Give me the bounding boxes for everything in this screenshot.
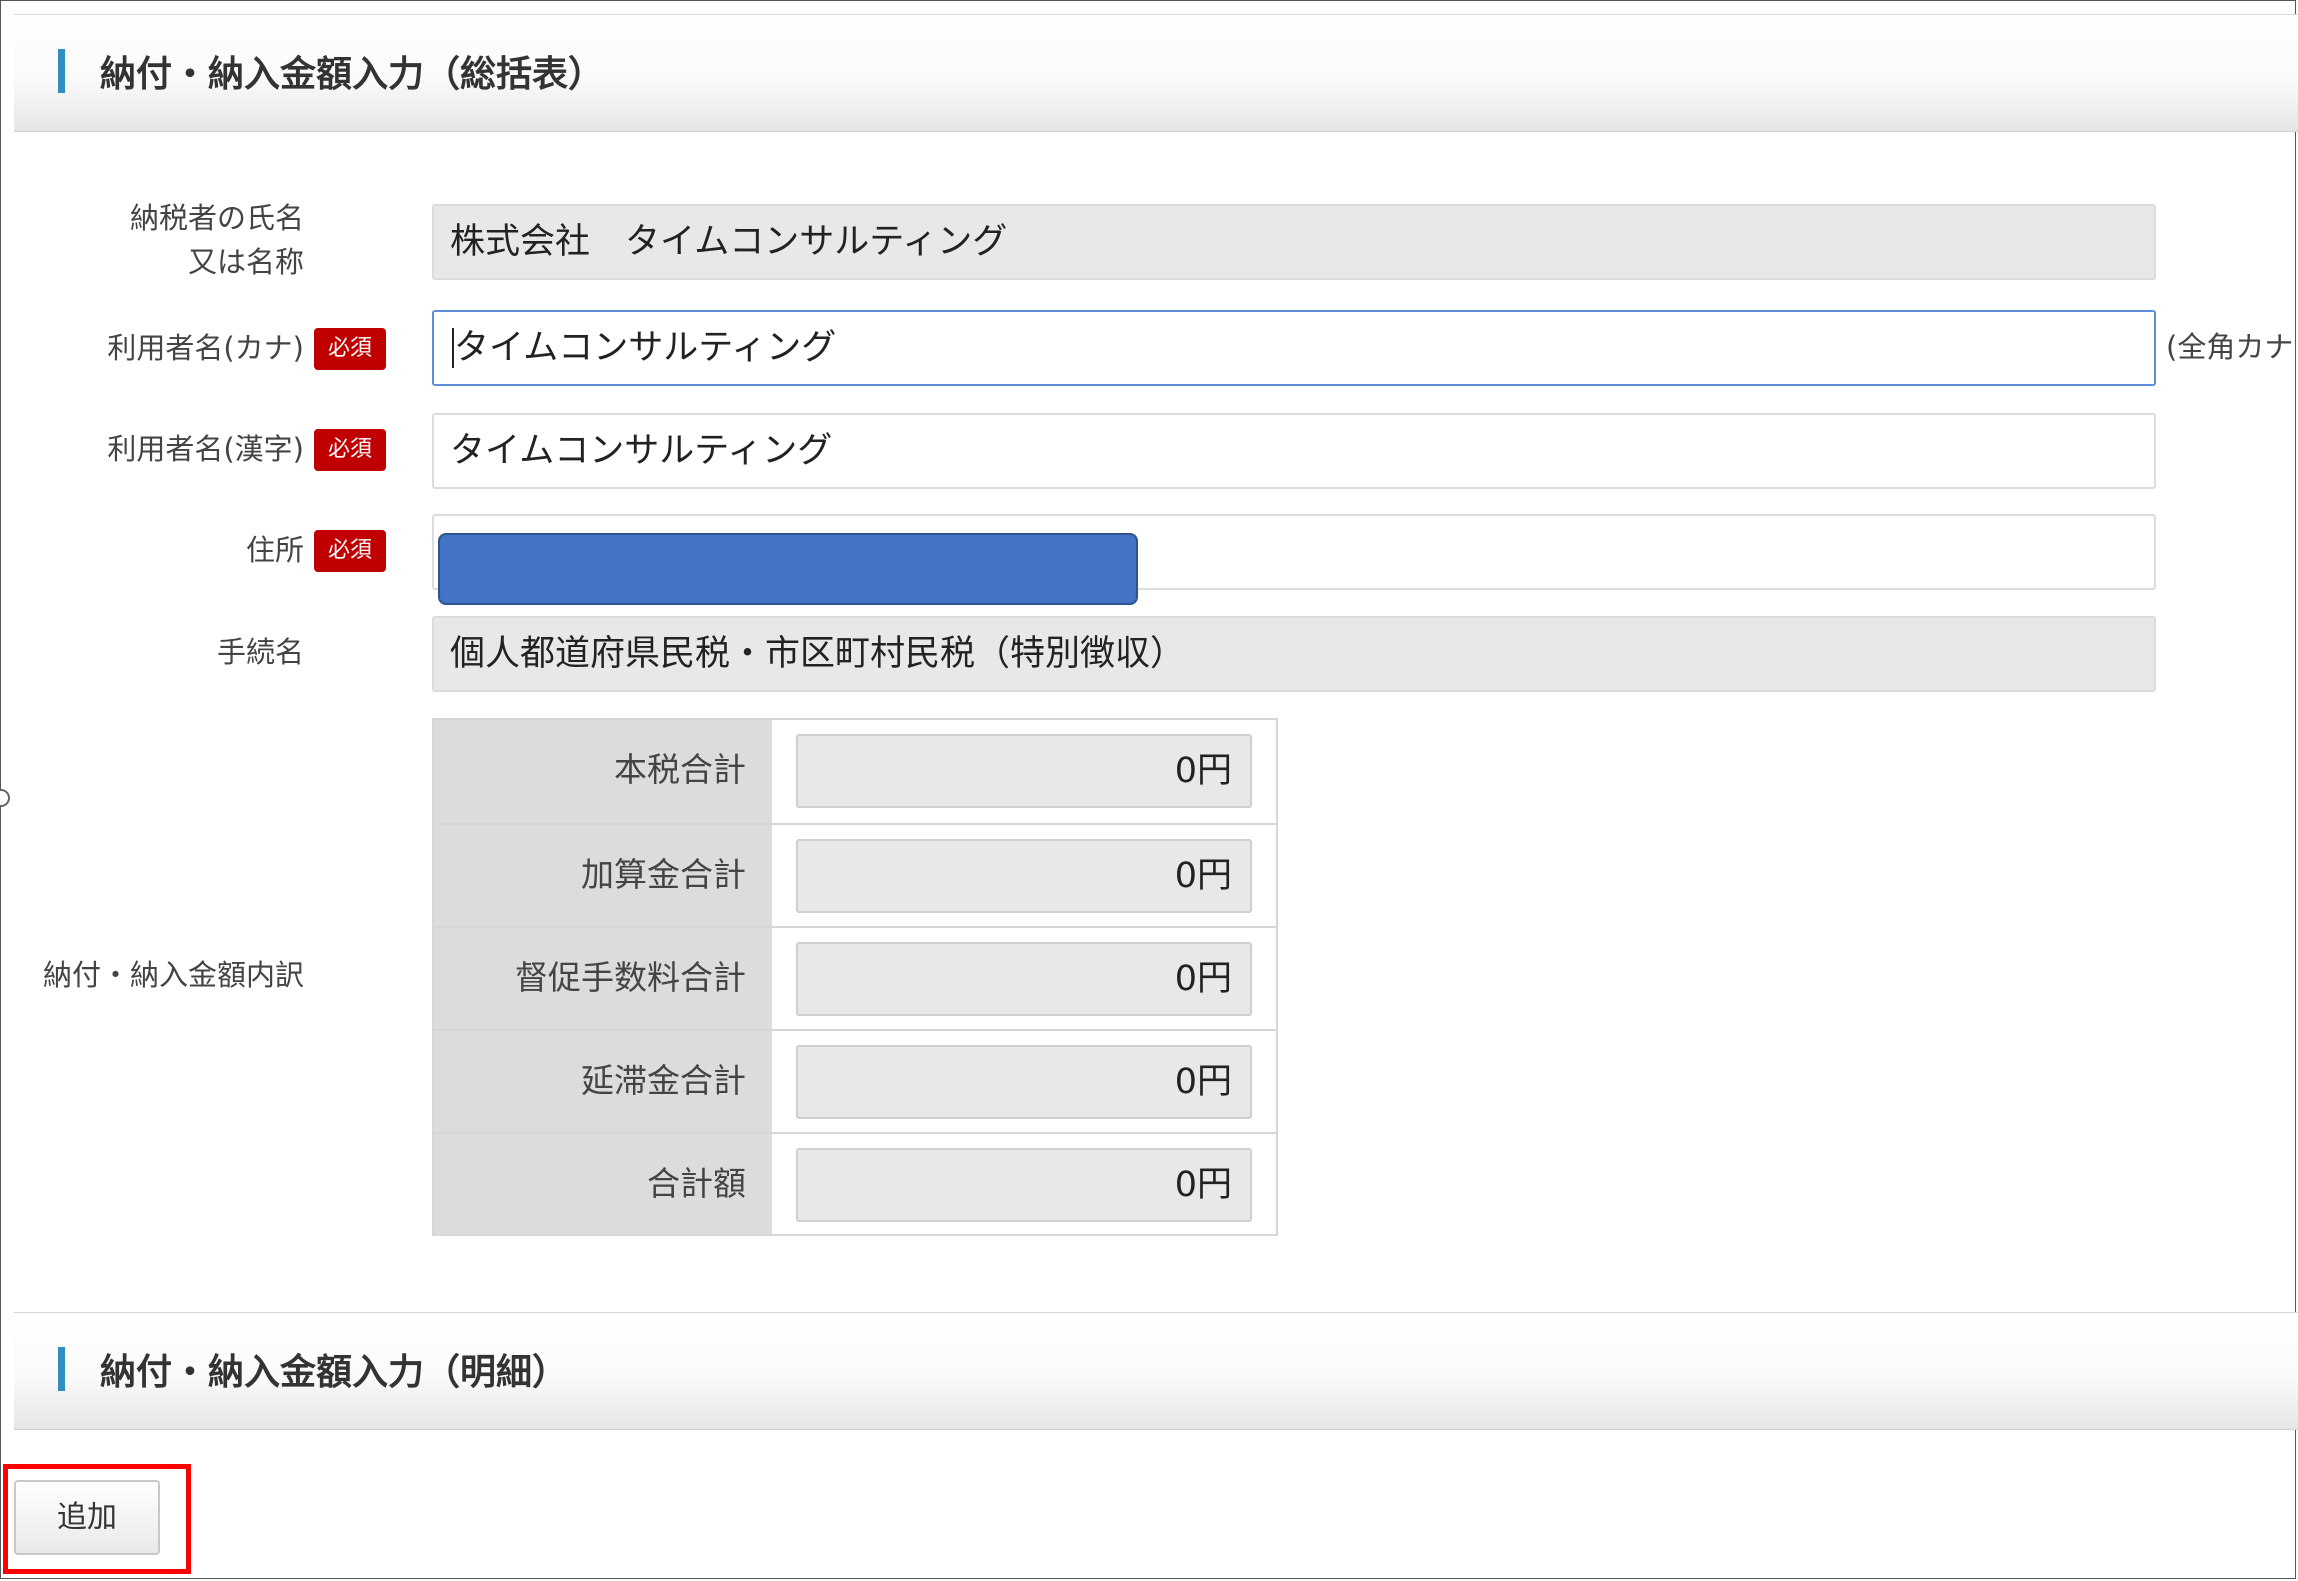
breakdown-row: 本税合計 0円 xyxy=(434,720,1276,823)
summary-section-title: 納付・納入金額入力（総括表） xyxy=(100,54,605,95)
user-kana-hint: (全角カナ xyxy=(2166,330,2294,364)
breakdown-row-value: 0円 xyxy=(796,734,1252,808)
taxpayer-label: 納税者の氏名 又は名称 xyxy=(130,196,304,284)
section-accent-bar xyxy=(58,49,65,93)
summary-section-header: 納付・納入金額入力（総括表） xyxy=(14,14,2298,132)
breakdown-row-label: 合計額 xyxy=(434,1134,772,1235)
breakdown-row-label: 督促手数料合計 xyxy=(434,928,772,1029)
breakdown-label: 納付・納入金額内訳 xyxy=(42,958,304,992)
address-redaction xyxy=(438,533,1138,605)
required-badge: 必須 xyxy=(314,429,386,471)
user-kana-input[interactable]: タイムコンサルティング xyxy=(432,310,2156,386)
breakdown-row: 督促手数料合計 0円 xyxy=(434,926,1276,1029)
breakdown-table: 本税合計 0円 加算金合計 0円 督促手数料合計 0円 延滞金合計 0円 合計額… xyxy=(432,718,1278,1236)
breakdown-row-value: 0円 xyxy=(796,839,1252,913)
procedure-field: 個人都道府県民税・市区町村民税（特別徴収） xyxy=(432,616,2156,692)
procedure-label: 手続名 xyxy=(216,635,304,669)
highlight-box xyxy=(3,1464,191,1574)
required-badge: 必須 xyxy=(314,530,386,572)
user-kana-label: 利用者名(カナ) xyxy=(107,331,304,365)
required-badge: 必須 xyxy=(314,328,386,370)
address-label: 住所 xyxy=(245,533,304,567)
breakdown-row: 合計額 0円 xyxy=(434,1132,1276,1235)
taxpayer-label-line1: 納税者の氏名 xyxy=(129,201,304,235)
user-kanji-label: 利用者名(漢字) xyxy=(107,432,304,466)
breakdown-row-value: 0円 xyxy=(796,1045,1252,1119)
breakdown-row-value: 0円 xyxy=(796,1148,1252,1222)
user-kana-value: タイムコンサルティング xyxy=(454,328,837,368)
breakdown-row: 延滞金合計 0円 xyxy=(434,1029,1276,1132)
detail-section-title: 納付・納入金額入力（明細） xyxy=(100,1352,569,1393)
section-accent-bar xyxy=(58,1347,65,1391)
breakdown-row-label: 本税合計 xyxy=(434,720,772,823)
breakdown-row: 加算金合計 0円 xyxy=(434,823,1276,926)
breakdown-row-label: 加算金合計 xyxy=(434,825,772,926)
breakdown-row-value: 0円 xyxy=(796,942,1252,1016)
taxpayer-label-line2: 又は名称 xyxy=(187,245,304,279)
user-kanji-input[interactable]: タイムコンサルティング xyxy=(432,413,2156,489)
taxpayer-name-field: 株式会社 タイムコンサルティング xyxy=(432,204,2156,280)
detail-section-header: 納付・納入金額入力（明細） xyxy=(14,1312,2298,1430)
breakdown-row-label: 延滞金合計 xyxy=(434,1031,772,1132)
